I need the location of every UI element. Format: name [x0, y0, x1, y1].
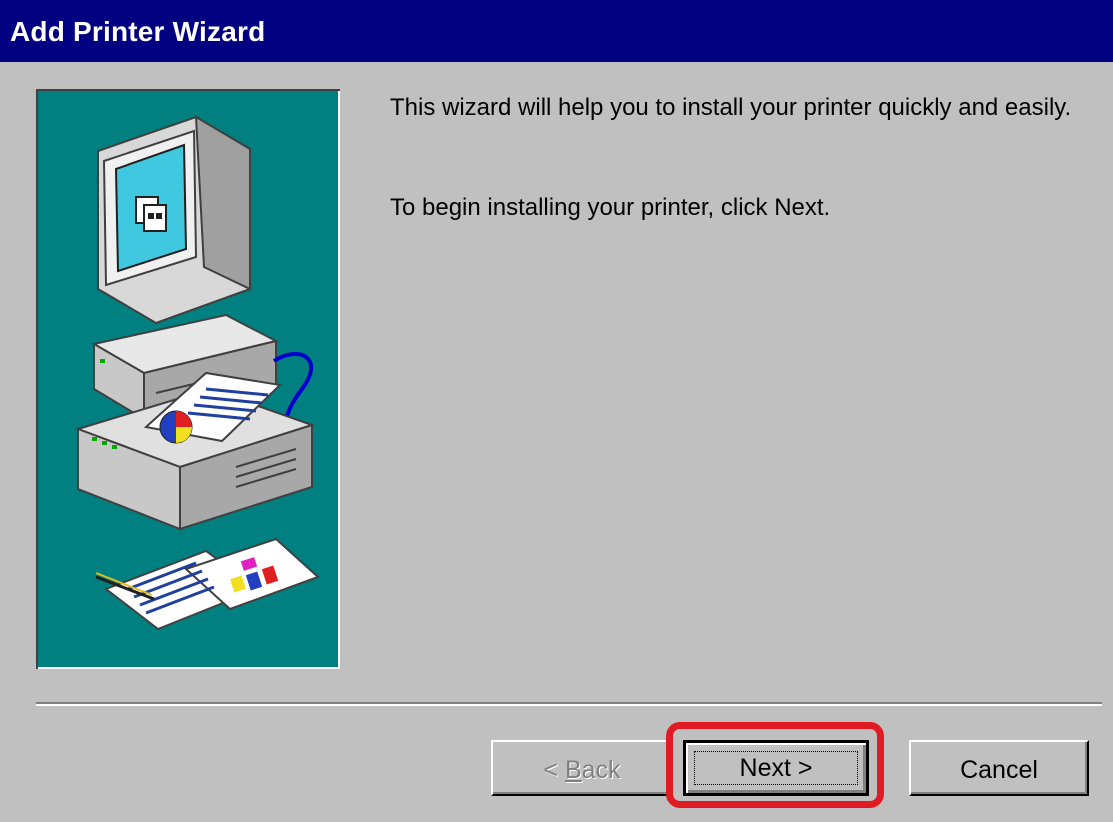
- instruction-text: To begin installing your printer, click …: [390, 194, 831, 221]
- wizard-graphic-panel: [36, 89, 340, 669]
- back-button[interactable]: < Back: [491, 740, 673, 796]
- title-bar[interactable]: Add Printer Wizard: [0, 0, 1113, 62]
- button-separator: [36, 702, 1102, 706]
- add-printer-wizard-window: Add Printer Wizard This wizard will help…: [0, 0, 1113, 822]
- next-button-label: Next >: [739, 754, 813, 782]
- cancel-button[interactable]: Cancel: [909, 740, 1089, 796]
- cancel-button-label: Cancel: [960, 756, 1038, 784]
- computer-icon: [91, 115, 279, 421]
- back-button-rest: ack: [581, 756, 621, 784]
- window-title: Add Printer Wizard: [10, 16, 266, 47]
- intro-text: This wizard will help you to install you…: [390, 94, 1072, 121]
- back-button-prefix: <: [543, 756, 565, 784]
- next-button[interactable]: Next >: [683, 740, 869, 796]
- documents-icon: [95, 537, 320, 631]
- back-button-mnemonic: B: [564, 756, 582, 784]
